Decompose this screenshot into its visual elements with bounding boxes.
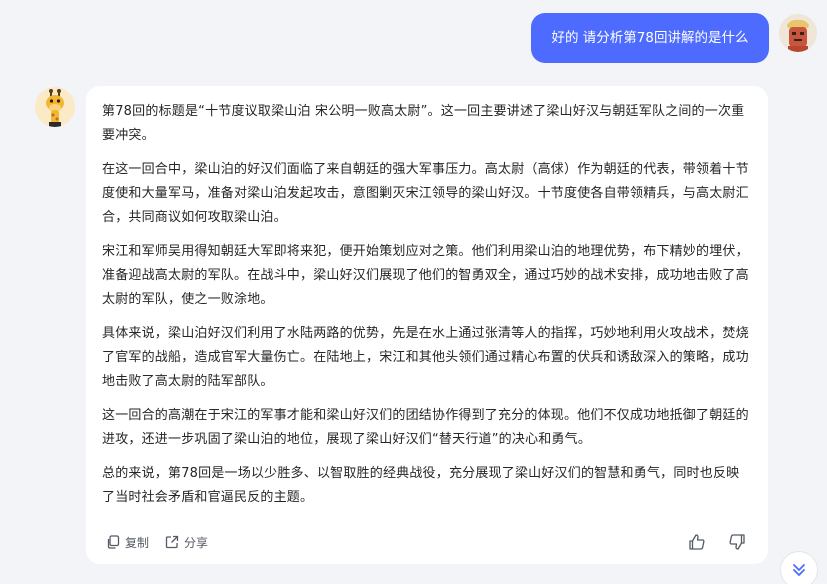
answer-paragraph: 总的来说，第78回是一场以少胜多、以智取胜的经典战役，充分展现了梁山好汉们的智慧… bbox=[102, 466, 740, 505]
answer-paragraph: 具体来说，梁山泊好汉们利用了水陆两路的优势，先是在水上通过张清等人的指挥，巧妙地… bbox=[102, 326, 749, 389]
dislike-button[interactable] bbox=[726, 531, 748, 553]
giraffe-icon bbox=[35, 87, 75, 127]
copy-label: 复制 bbox=[125, 535, 150, 550]
answer-paragraph: 宋江和军师吴用得知朝廷大军即将来犯，便开始策划应对之策。他们利用梁山泊的地理优势… bbox=[102, 244, 749, 307]
share-button[interactable]: 分享 bbox=[165, 534, 208, 551]
assistant-message-card: 第78回的标题是“十节度议取梁山泊 宋公明一败高太尉”。这一回主要讲述了梁山好汉… bbox=[86, 86, 768, 564]
share-icon bbox=[165, 535, 179, 549]
answer-paragraph: 第78回的标题是“十节度议取梁山泊 宋公明一败高太尉”。这一回主要讲述了梁山好汉… bbox=[102, 104, 745, 143]
share-label: 分享 bbox=[184, 535, 209, 550]
user-avatar[interactable] bbox=[779, 14, 817, 52]
user-avatar-image bbox=[779, 14, 817, 52]
user-message-bubble: 好的 请分析第78回讲解的是什么 bbox=[531, 13, 769, 63]
like-button[interactable] bbox=[686, 531, 708, 553]
answer-paragraph: 在这一回合中，梁山泊的好汉们面临了来自朝廷的强大军事压力。高太尉（高俅）作为朝廷… bbox=[102, 162, 749, 225]
message-action-bar: 复制 分享 bbox=[106, 531, 748, 553]
copy-icon bbox=[107, 535, 120, 549]
double-chevron-down-icon bbox=[793, 564, 805, 576]
thumbs-up-icon bbox=[689, 534, 705, 550]
scroll-to-bottom-button[interactable] bbox=[780, 551, 818, 584]
assistant-avatar bbox=[35, 87, 75, 127]
thumbs-down-icon bbox=[729, 534, 745, 550]
copy-button[interactable]: 复制 bbox=[106, 534, 149, 551]
chat-page: 好的 请分析第78回讲解的是什么 第78回的标题是“十节度议取梁山泊 宋公明一败… bbox=[0, 0, 827, 584]
answer-paragraph: 这一回合的高潮在于宋江的军事才能和梁山好汉们的团结协作得到了充分的体现。他们不仅… bbox=[102, 408, 749, 447]
